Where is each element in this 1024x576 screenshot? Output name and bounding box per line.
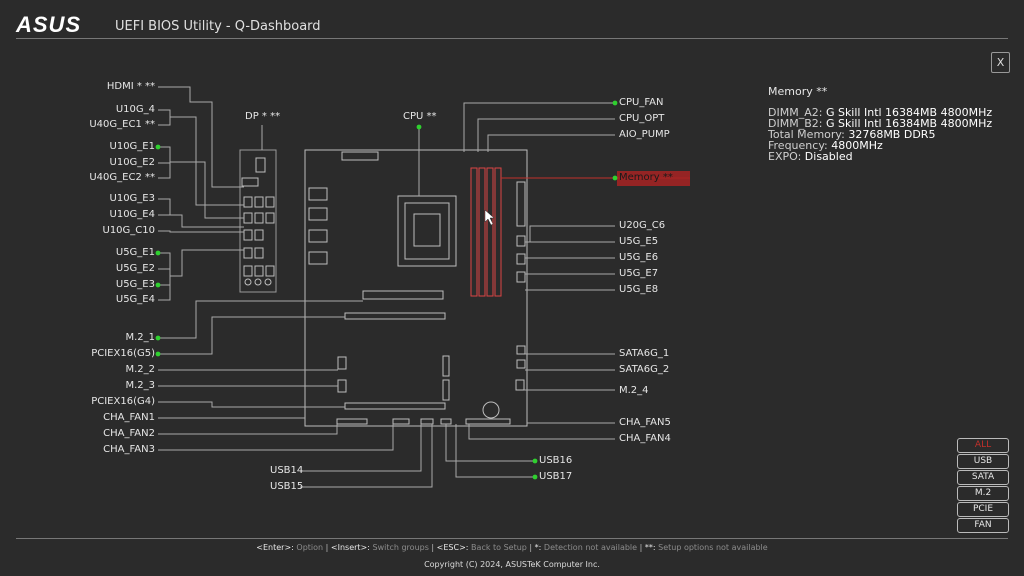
label-u5g-e3[interactable]: U5G_E3 (116, 279, 155, 291)
copyright: Copyright (C) 2024, ASUSTeK Computer Inc… (424, 560, 600, 569)
label-u10g-c10[interactable]: U10G_C10 (103, 225, 156, 237)
key-hints: <Enter>: Option | <Insert>: Switch group… (256, 543, 768, 552)
label-m2-4[interactable]: M.2_4 (619, 385, 649, 397)
label-cpu-opt[interactable]: CPU_OPT (619, 113, 664, 125)
filter-usb-button[interactable]: USB (957, 454, 1009, 469)
label-aio-pump[interactable]: AIO_PUMP (619, 129, 670, 141)
label-u5g-e7[interactable]: U5G_E7 (619, 268, 658, 280)
label-usb14[interactable]: USB14 (270, 465, 303, 477)
label-usb17[interactable]: USB17 (539, 471, 572, 483)
label-hdmi[interactable]: HDMI * ** (107, 81, 155, 93)
label-u5g-e2[interactable]: U5G_E2 (116, 263, 155, 275)
label-cpu-fan[interactable]: CPU_FAN (619, 97, 664, 109)
label-u5g-e6[interactable]: U5G_E6 (619, 252, 658, 264)
label-cpu[interactable]: CPU ** (403, 111, 437, 123)
detail-title: Memory ** (768, 85, 828, 98)
label-cha-fan2[interactable]: CHA_FAN2 (103, 428, 155, 440)
label-cha-fan3[interactable]: CHA_FAN3 (103, 444, 155, 456)
filter-all-button[interactable]: ALL (957, 438, 1009, 453)
footer-divider (16, 538, 1008, 539)
label-sata6g-2[interactable]: SATA6G_2 (619, 364, 669, 376)
filter-sata-button[interactable]: SATA (957, 470, 1009, 485)
label-usb16[interactable]: USB16 (539, 455, 572, 467)
label-m2-3[interactable]: M.2_3 (125, 380, 155, 392)
label-cha-fan4[interactable]: CHA_FAN4 (619, 433, 671, 445)
label-u5g-e8[interactable]: U5G_E8 (619, 284, 658, 296)
label-u10g-e4[interactable]: U10G_E4 (110, 209, 155, 221)
label-u40g-ec1[interactable]: U40G_EC1 ** (89, 119, 155, 131)
label-u10g-e1[interactable]: U10G_E1 (110, 141, 155, 153)
label-u10g-e2[interactable]: U10G_E2 (110, 157, 155, 169)
label-u5g-e4[interactable]: U5G_E4 (116, 294, 155, 306)
label-pciex16-g4[interactable]: PCIEX16(G4) (91, 396, 155, 408)
label-memory[interactable]: Memory ** (619, 172, 673, 184)
label-u10g-4[interactable]: U10G_4 (116, 104, 155, 116)
label-m2-2[interactable]: M.2_2 (125, 364, 155, 376)
label-u10g-e3[interactable]: U10G_E3 (110, 193, 155, 205)
label-cha-fan5[interactable]: CHA_FAN5 (619, 417, 671, 429)
label-u40g-ec2[interactable]: U40G_EC2 ** (89, 172, 155, 184)
label-u20g-c6[interactable]: U20G_C6 (619, 220, 665, 232)
label-u5g-e5[interactable]: U5G_E5 (619, 236, 658, 248)
filter-fan-button[interactable]: FAN (957, 518, 1009, 533)
label-m2-1[interactable]: M.2_1 (125, 332, 155, 344)
label-pciex16-g5[interactable]: PCIEX16(G5) (91, 348, 155, 360)
filter-m2-button[interactable]: M.2 (957, 486, 1009, 501)
label-dp[interactable]: DP * ** (245, 111, 280, 123)
label-sata6g-1[interactable]: SATA6G_1 (619, 348, 669, 360)
label-usb15[interactable]: USB15 (270, 481, 303, 493)
label-cha-fan1[interactable]: CHA_FAN1 (103, 412, 155, 424)
filter-pcie-button[interactable]: PCIE (957, 502, 1009, 517)
detail-row: EXPO: Disabled (768, 150, 853, 163)
label-u5g-e1[interactable]: U5G_E1 (116, 247, 155, 259)
